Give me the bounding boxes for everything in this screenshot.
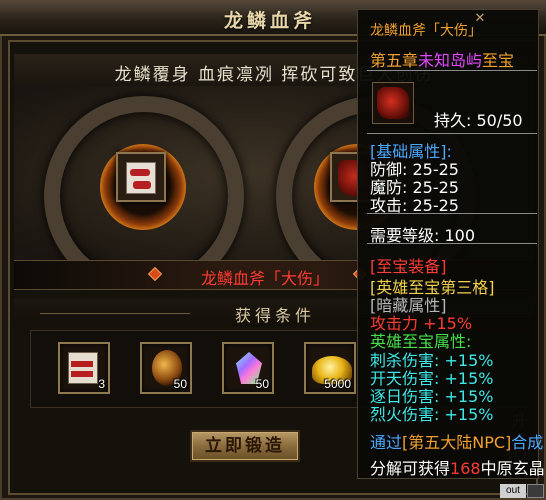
item-count: 50 bbox=[173, 377, 187, 391]
decompose-suffix: 中原玄晶 bbox=[480, 459, 545, 478]
via-npc: [第五大陆NPC] bbox=[402, 433, 512, 452]
tooltip-divider bbox=[367, 133, 537, 134]
source-chapter: 第五章 bbox=[370, 51, 419, 70]
out-tag: out bbox=[500, 484, 526, 498]
forge-item-name: 龙鳞血斧「大伤」 bbox=[200, 269, 329, 288]
via-suffix: 合成 bbox=[511, 433, 544, 452]
material-slot[interactable] bbox=[116, 152, 166, 202]
condition-slot[interactable]: 5000 bbox=[304, 342, 356, 394]
tooltip-divider bbox=[367, 213, 537, 214]
tooltip-source: 第五章未知岛屿至宝 bbox=[370, 47, 514, 71]
via-prefix: 通过 bbox=[370, 433, 403, 452]
item-count: 3 bbox=[98, 377, 105, 391]
item-count: 50 bbox=[255, 377, 269, 391]
scroll-icon bbox=[68, 352, 98, 384]
tooltip-divider bbox=[367, 243, 537, 244]
condition-slot[interactable]: 50 bbox=[140, 342, 192, 394]
decompose-amount: 168 bbox=[450, 459, 481, 478]
tooltip-item-name: 龙鳞血斧「大伤」 bbox=[370, 23, 482, 39]
decompose-prefix: 分解可获得 bbox=[370, 459, 451, 478]
dragon-axe-icon bbox=[377, 87, 409, 119]
tooltip-durability: 持久: 50/50 bbox=[434, 111, 523, 130]
source-suffix: 至宝 bbox=[482, 51, 515, 70]
corner-button[interactable] bbox=[527, 484, 544, 498]
condition-slot[interactable]: 50 bbox=[222, 342, 274, 394]
fire-damage: 烈火伤害: +15% bbox=[370, 405, 494, 424]
scroll-icon bbox=[126, 162, 156, 194]
craft-source: 通过[第五大陆NPC]合成 bbox=[370, 429, 543, 453]
condition-slot[interactable]: 3 bbox=[58, 342, 110, 394]
item-count: 5000 bbox=[324, 377, 351, 391]
forge-now-button[interactable]: 立即锻造 bbox=[190, 430, 300, 462]
tooltip-item-slot bbox=[372, 82, 414, 124]
source-place: 未知岛屿 bbox=[418, 51, 483, 70]
decompose-info: 分解可获得168中原玄晶 bbox=[370, 455, 545, 479]
tooltip-divider bbox=[367, 70, 537, 71]
